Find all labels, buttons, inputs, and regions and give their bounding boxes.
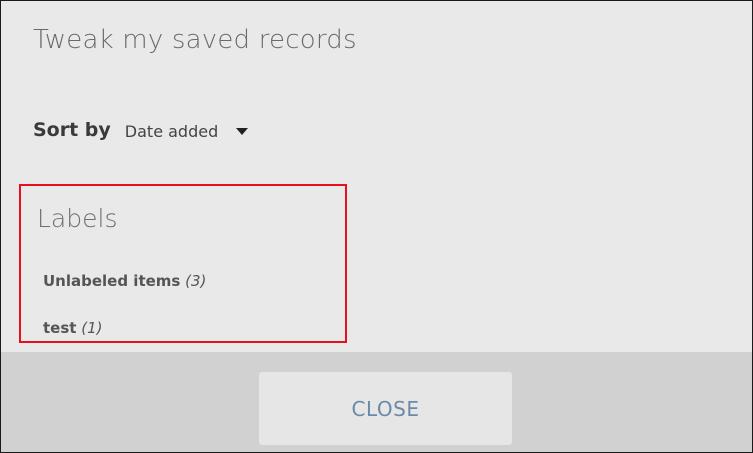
sort-dropdown[interactable]: Date added: [124, 119, 249, 141]
dialog-footer: CLOSE: [1, 352, 752, 452]
saved-records-dialog: Tweak my saved records Sort by Date adde…: [0, 0, 753, 453]
label-name: Unlabeled items: [43, 272, 181, 290]
dialog-body: Tweak my saved records Sort by Date adde…: [1, 1, 752, 352]
label-count: (3): [185, 272, 207, 290]
dialog-title: Tweak my saved records: [33, 25, 357, 55]
sort-row: Sort by Date added: [33, 115, 249, 145]
label-name: test: [43, 319, 77, 337]
label-item-unlabeled[interactable]: Unlabeled items (3): [43, 272, 206, 290]
labels-heading: Labels: [37, 204, 118, 233]
sort-by-label: Sort by: [33, 119, 111, 141]
label-item-test[interactable]: test (1): [43, 319, 102, 337]
sort-selected-value: Date added: [124, 122, 219, 141]
label-count: (1): [81, 319, 103, 337]
close-button[interactable]: CLOSE: [259, 372, 512, 445]
labels-section-highlight: Labels Unlabeled items (3) test (1): [19, 184, 347, 343]
caret-down-icon: [236, 127, 249, 135]
